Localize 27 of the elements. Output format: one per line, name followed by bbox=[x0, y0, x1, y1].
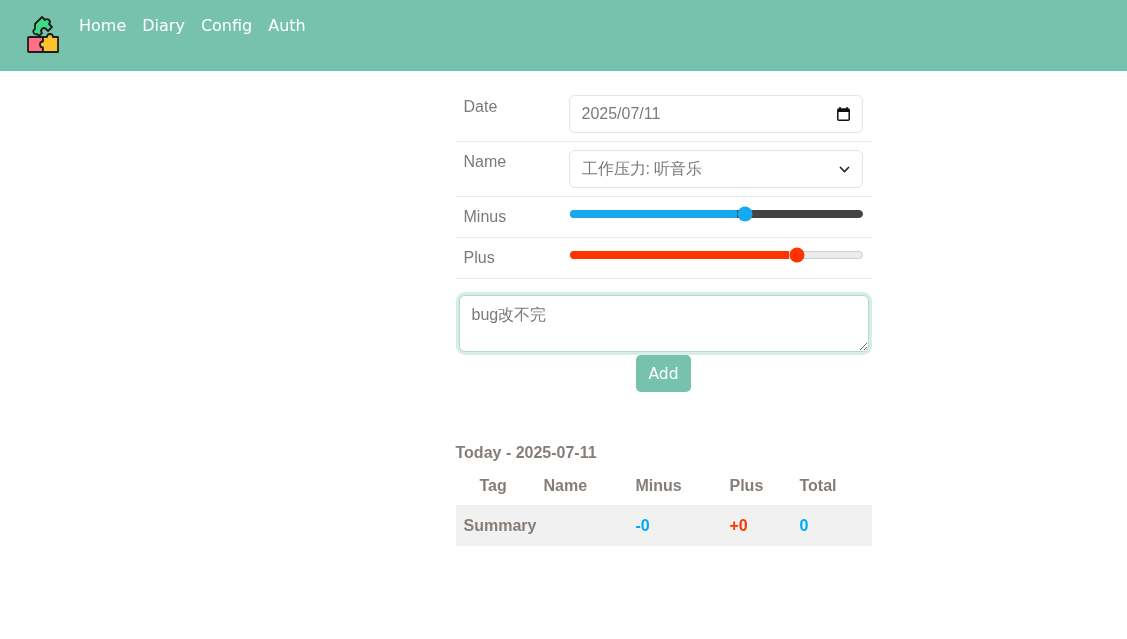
nav-link[interactable]: Diary bbox=[142, 16, 185, 36]
column-header: Tag bbox=[478, 476, 508, 496]
column-header: Total bbox=[798, 476, 838, 496]
column-header: Name bbox=[542, 476, 589, 496]
slider-thumb[interactable] bbox=[737, 206, 753, 222]
slider-thumb[interactable] bbox=[789, 247, 805, 263]
add-button[interactable]: Add bbox=[636, 355, 691, 392]
field-label: Minus bbox=[462, 207, 508, 227]
table-cell: +0 bbox=[721, 505, 792, 546]
puzzle-logo-icon[interactable] bbox=[26, 14, 60, 54]
nav-link[interactable]: Auth bbox=[268, 16, 306, 36]
table-cell: -0 bbox=[627, 505, 722, 546]
nav-link[interactable]: Config bbox=[200, 16, 253, 36]
today-heading: Today - 2025-07-11 bbox=[455, 443, 598, 463]
chevron-down-icon[interactable] bbox=[838, 165, 850, 173]
nav-link[interactable]: Home bbox=[79, 16, 127, 36]
column-header: Minus bbox=[634, 476, 683, 496]
name-select[interactable]: 工作压力: 听音乐 bbox=[568, 150, 863, 188]
summary-label: Summary bbox=[455, 505, 628, 546]
note-textarea[interactable]: bug改不完 bbox=[458, 295, 869, 352]
field-label: Date bbox=[462, 97, 499, 117]
date-field[interactable]: 2025/07/11 bbox=[568, 95, 863, 133]
table-cell: 0 bbox=[791, 505, 872, 546]
field-label: Plus bbox=[462, 248, 496, 268]
field-label: Name bbox=[462, 152, 508, 172]
calendar-icon[interactable] bbox=[836, 107, 850, 121]
column-header: Plus bbox=[728, 476, 765, 496]
